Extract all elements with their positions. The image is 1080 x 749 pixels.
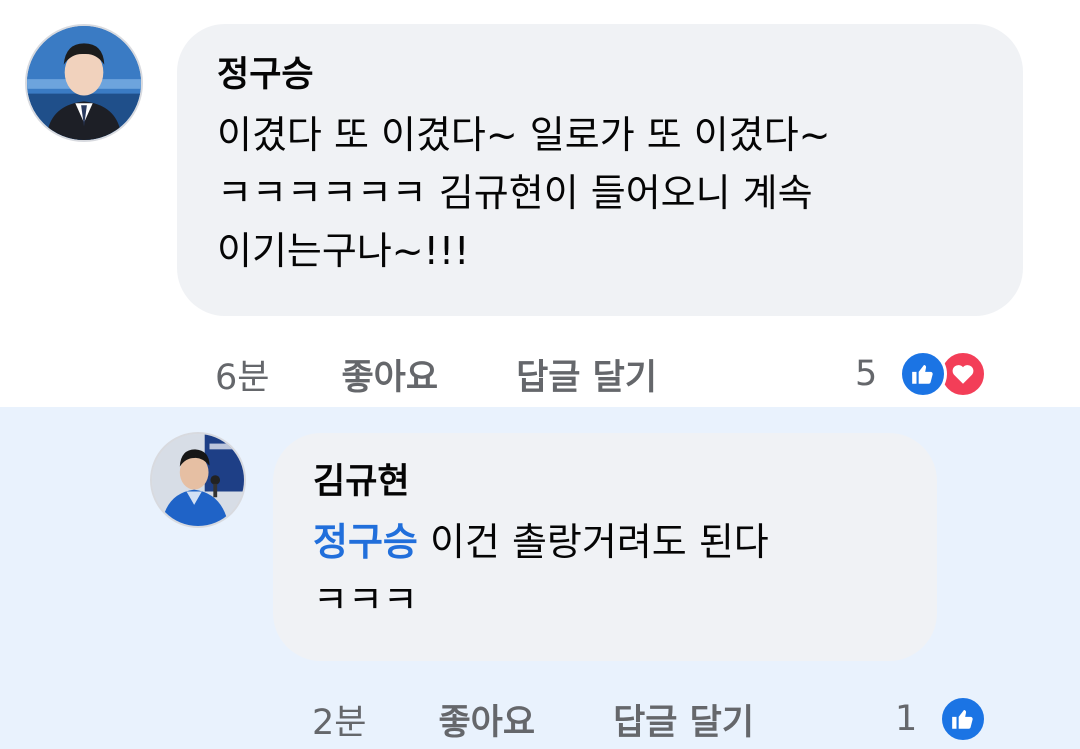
comment-bubble: 정구승 이겼다 또 이겼다~ 일로가 또 이겼다~ ㅋㅋㅋㅋㅋㅋ 김규현이 들어… [177,24,1023,316]
reaction-count: 5 [855,354,878,394]
comment-text-line: ㅋㅋㅋ [313,578,418,622]
like-icon [899,350,948,398]
like-icon [939,695,988,743]
comment-time[interactable]: 6분 [215,349,269,400]
comment-text: 정구승 이건 촐랑거려도 된다 ㅋㅋㅋ [313,513,897,629]
like-button[interactable]: 좋아요 [438,694,535,745]
comment-text-line: 정구승 이건 촐랑거려도 된다 [313,513,897,571]
like-button[interactable]: 좋아요 [341,349,438,400]
comment-author[interactable]: 김규현 [313,461,897,503]
comment-actions: 6분 좋아요 답글 달기 [215,349,657,399]
comment-text: 이겼다 또 이겼다~ 일로가 또 이겼다~ ㅋㅋㅋㅋㅋㅋ 김규현이 들어오니 계… [217,106,983,280]
avatar-photo [152,434,244,526]
reaction-count: 1 [895,699,918,739]
comment-text-line: 이기는구나~!!! [217,229,470,273]
avatar-photo [27,26,141,140]
comment: 정구승 이겼다 또 이겼다~ 일로가 또 이겼다~ ㅋㅋㅋㅋㅋㅋ 김규현이 들어… [0,0,1080,407]
comment-text-line: ㅋㅋㅋㅋㅋㅋ 김규현이 들어오니 계속 [217,171,813,215]
reaction-summary[interactable]: 1 [895,694,988,744]
avatar[interactable] [25,24,143,142]
comment-text-line: 이겼다 또 이겼다~ 일로가 또 이겼다~ [217,113,831,157]
comment-text-segment: 이건 촐랑거려도 된다 [417,520,769,564]
comment-time[interactable]: 2분 [312,694,366,745]
avatar[interactable] [150,432,246,528]
mention-link[interactable]: 정구승 [313,520,418,564]
reply-button[interactable]: 답글 달기 [613,694,754,745]
reply-button[interactable]: 답글 달기 [516,349,657,400]
comment-actions: 2분 좋아요 답글 달기 [312,694,754,744]
comment-author[interactable]: 정구승 [217,54,983,96]
reply-bubble: 김규현 정구승 이건 촐랑거려도 된다 ㅋㅋㅋ [273,433,937,661]
reaction-summary[interactable]: 5 [855,349,988,399]
